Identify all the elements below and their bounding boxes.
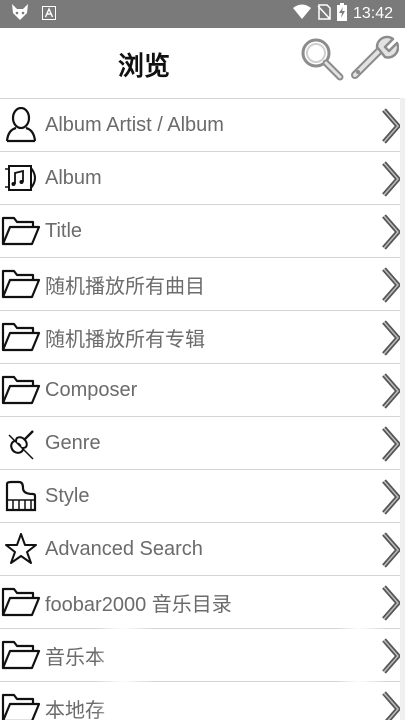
list-item-advanced-search[interactable]: Advanced Search bbox=[0, 522, 405, 575]
list-item-genre[interactable]: Genre bbox=[0, 416, 405, 469]
search-button[interactable] bbox=[297, 36, 345, 84]
list-item-composer[interactable]: Composer bbox=[0, 363, 405, 416]
person-icon bbox=[0, 103, 42, 147]
list-item-shuffle-tracks[interactable]: 随机播放所有曲目 bbox=[0, 257, 405, 310]
list-item-label: Genre bbox=[45, 431, 101, 454]
list-item-label: Style bbox=[45, 484, 90, 507]
folder-icon bbox=[0, 368, 42, 412]
list-item-label: Title bbox=[45, 219, 83, 242]
list-item-style[interactable]: Style bbox=[0, 469, 405, 522]
list-item-label: Album bbox=[45, 166, 102, 189]
folder-icon bbox=[0, 580, 42, 624]
swipe-overlay-right bbox=[336, 620, 386, 720]
list-item-shuffle-albums[interactable]: 随机播放所有专辑 bbox=[0, 310, 405, 363]
header: 浏览 bbox=[0, 28, 405, 98]
folder-icon bbox=[0, 315, 42, 359]
list-item-label: 随机播放所有专辑 bbox=[45, 328, 205, 351]
folder-icon bbox=[0, 262, 42, 306]
list-item-title[interactable]: Title bbox=[0, 204, 405, 257]
star-icon bbox=[0, 527, 42, 571]
piano-icon bbox=[0, 474, 42, 518]
list-item-label: Composer bbox=[45, 378, 138, 401]
list-item-label: 随机播放所有曲目 bbox=[45, 275, 205, 298]
folder-icon bbox=[0, 686, 42, 720]
violin-icon bbox=[0, 421, 42, 465]
wrench-icon bbox=[349, 35, 400, 85]
notification-a-icon bbox=[42, 5, 56, 24]
battery-charging-icon bbox=[336, 3, 347, 25]
folder-icon bbox=[0, 633, 42, 677]
list-item-album[interactable]: Album bbox=[0, 151, 405, 204]
list-item-album-artist[interactable]: Album Artist / Album bbox=[0, 98, 405, 151]
wifi-icon bbox=[292, 4, 311, 24]
status-bar: 13:42 bbox=[0, 0, 405, 28]
list-item-label: Advanced Search bbox=[45, 537, 203, 560]
page-title: 浏览 bbox=[118, 52, 171, 82]
search-icon bbox=[298, 35, 344, 85]
no-sim-icon bbox=[317, 4, 331, 24]
scrollbar[interactable] bbox=[400, 98, 405, 720]
list-item-label: Album Artist / Album bbox=[45, 113, 224, 136]
fox-icon bbox=[10, 3, 30, 25]
swipe-overlay-left bbox=[95, 628, 155, 720]
list-item-label: foobar2000 音乐目录 bbox=[45, 593, 232, 616]
settings-button[interactable] bbox=[349, 35, 400, 85]
folder-icon bbox=[0, 209, 42, 253]
album-icon bbox=[0, 156, 42, 200]
status-time: 13:42 bbox=[352, 5, 393, 22]
